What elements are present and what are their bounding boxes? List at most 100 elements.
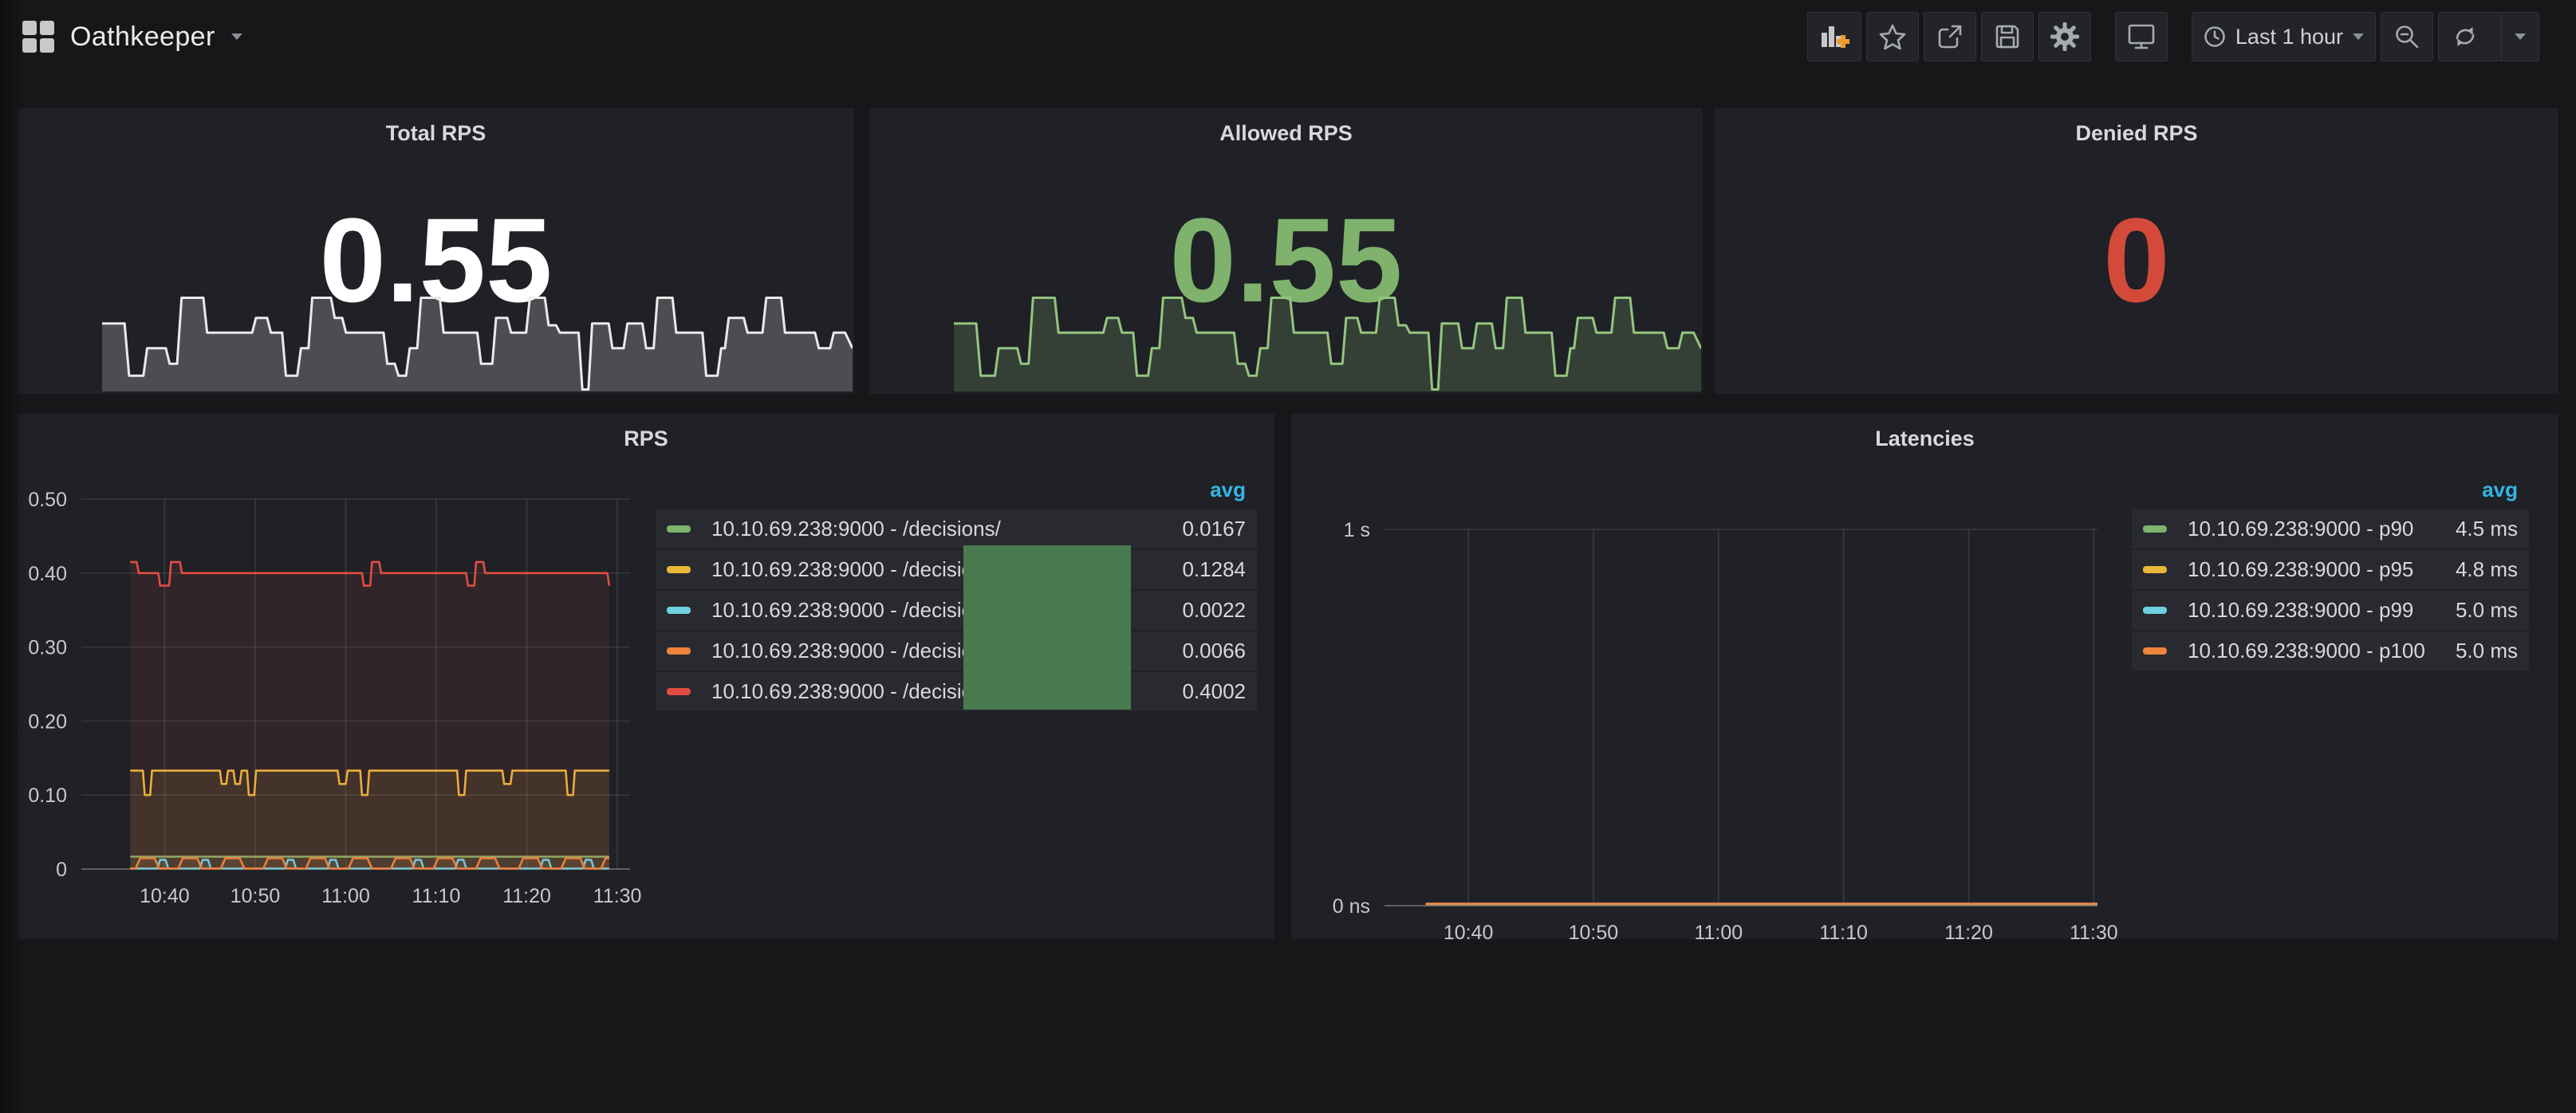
series-color-swatch[interactable] [2143,607,2167,614]
y-tick-label: 0 [56,859,67,881]
x-tick-label: 11:00 [321,885,370,907]
dashboard-title[interactable]: Oathkeeper [70,22,215,53]
add-panel-button[interactable] [1807,12,1861,61]
series-color-swatch[interactable] [667,647,691,655]
legend-row[interactable]: 10.10.69.238:9000 - /decisions/0.4002 [656,672,1257,711]
star-icon [1879,24,1906,50]
panel-title[interactable]: Allowed RPS [869,108,1703,146]
save-button[interactable] [1981,12,2034,61]
rps-legend: avg 10.10.69.238:9000 - /decisions/0.0167… [656,474,1257,713]
panel-allowed-rps: Allowed RPS 0.55 [869,108,1703,394]
series-avg-value: 0.4002 [1182,679,1246,704]
panel-rps-graph: RPS 10:40 10:50 11:00 11:10 11:20 11:30 0 0.10 0… [18,414,1274,939]
share-icon [1936,23,1964,50]
dashboard-grid-icon[interactable] [22,21,54,53]
sparkline-fill [954,298,1701,392]
legend-row[interactable]: 10.10.69.238:9000 - /decisions/0.1284 [656,550,1257,589]
panel-title[interactable]: Denied RPS [1715,108,2558,146]
series-label[interactable]: 10.10.69.238:9000 - /decisions/ [711,557,1001,582]
series-label[interactable]: 10.10.69.238:9000 - p95 [2188,557,2413,582]
y-tick-label: 0.40 [28,563,67,585]
series-color-swatch[interactable] [2143,566,2167,573]
add-panel-icon [1819,22,1849,51]
series-color-swatch[interactable] [667,566,691,573]
navbar-right: Last 1 hour [1802,12,2539,61]
y-tick-label: 0.30 [28,637,67,659]
legend-avg-column-header[interactable]: avg [2482,478,2518,502]
panel-title[interactable]: Latencies [1291,414,2558,451]
share-button[interactable] [1924,12,1976,61]
legend-row[interactable]: 10.10.69.238:9000 - p99 5.0 ms [2132,591,2529,630]
series-color-swatch[interactable] [2143,647,2167,655]
series-fill-4 [130,562,609,869]
series-label[interactable]: 10.10.69.238:9000 - /decisions/ [711,517,1001,541]
series-avg-value: 5.0 ms [2456,598,2518,623]
series-avg-value: 0.0022 [1182,598,1246,623]
time-range-label: Last 1 hour [2235,25,2343,49]
y-tick-label: 0.20 [28,710,67,733]
series-label[interactable]: 10.10.69.238:9000 - p99 [2188,598,2413,623]
x-tick-label: 11:20 [502,885,551,907]
panel-latencies-graph: Latencies 10:4010:5011:0011:1011:2011:30… [1291,414,2558,939]
x-tick-label: 10:40 [140,885,190,907]
zoom-out-button[interactable] [2381,12,2433,61]
series-color-swatch[interactable] [667,688,691,695]
refresh-interval-dropdown[interactable] [2501,13,2539,61]
refresh-button[interactable] [2439,13,2491,61]
sparkline-fill [102,298,853,392]
legend-header-row: avg [2132,474,2529,509]
dashboard-title-caret-icon[interactable] [231,33,242,40]
time-range-caret-icon [2353,33,2364,40]
y-tick-label: 0 ns [1333,895,1370,918]
legend-row[interactable]: 10.10.69.238:9000 - /decisions/0.0022 [656,591,1257,630]
series-label[interactable]: 10.10.69.238:9000 - p100 [2188,639,2425,663]
x-tick-label: 11:10 [1819,922,1868,944]
panel-total-rps: Total RPS 0.55 [18,108,854,394]
legend-row[interactable]: 10.10.69.238:9000 - p95 4.8 ms [2132,550,2529,589]
navbar-left: Oathkeeper [22,21,242,53]
series-avg-value: 4.5 ms [2456,517,2518,541]
series-color-swatch[interactable] [2143,525,2167,533]
time-range-picker[interactable]: Last 1 hour [2192,12,2376,61]
legend-row[interactable]: 10.10.69.238:9000 - p90 4.5 ms [2132,509,2529,549]
series-label[interactable]: 10.10.69.238:9000 - /decisions/ [711,639,1001,663]
favorite-button[interactable] [1866,12,1919,61]
dashboard-navbar: Oathkeeper [0,0,2576,73]
refresh-interval-caret-icon [2515,33,2526,40]
series-avg-value: 4.8 ms [2456,557,2518,582]
series-avg-value: 0.1284 [1182,557,1246,582]
series-label[interactable]: 10.10.69.238:9000 - /decisions/ [711,598,1001,623]
panel-title[interactable]: Total RPS [18,108,854,146]
cycle-view-mode-button[interactable] [2115,12,2168,61]
zoom-out-icon [2393,23,2420,50]
series-avg-value: 0.0167 [1182,517,1246,541]
latencies-chart-plot[interactable]: 10:4010:5011:0011:1011:2011:300 ns1 s [1301,498,2129,967]
y-tick-label: 0.10 [28,785,67,807]
stat-sparkline [954,294,1701,391]
legend-row[interactable]: 10.10.69.238:9000 - /decisions/0.0066 [656,631,1257,671]
refresh-icon [2452,23,2479,50]
rps-chart-plot[interactable]: 10:40 10:50 11:00 11:10 11:20 11:30 0 0.10 0.20 0… [14,467,662,929]
panel-title[interactable]: RPS [18,414,1274,451]
x-tick-label: 11:00 [1694,922,1743,944]
y-tick-label: 1 s [1344,519,1370,541]
series-label[interactable]: 10.10.69.238:9000 - p90 [2188,517,2413,541]
x-tick-label: 10:50 [1569,922,1619,944]
legend-row[interactable]: 10.10.69.238:9000 - /decisions/0.0167 [656,509,1257,549]
y-tick-label: 0.50 [28,489,67,511]
series-avg-value: 0.0066 [1182,639,1246,663]
stat-value: 0 [1715,175,2558,344]
legend-overlay-artifact [963,545,1131,710]
x-tick-label: 11:30 [2070,922,2118,944]
series-color-swatch[interactable] [667,525,691,533]
series-label[interactable]: 10.10.69.238:9000 - /decisions/ [711,679,1001,704]
x-tick-label: 11:10 [412,885,461,907]
x-tick-label: 10:50 [230,885,281,907]
stat-sparkline [102,294,853,391]
legend-avg-column-header[interactable]: avg [1210,478,1246,502]
x-tick-label: 11:30 [593,885,642,907]
legend-row[interactable]: 10.10.69.238:9000 - p1005.0 ms [2132,631,2529,671]
settings-button[interactable] [2038,12,2091,61]
monitor-icon [2127,23,2156,50]
series-color-swatch[interactable] [667,607,691,614]
